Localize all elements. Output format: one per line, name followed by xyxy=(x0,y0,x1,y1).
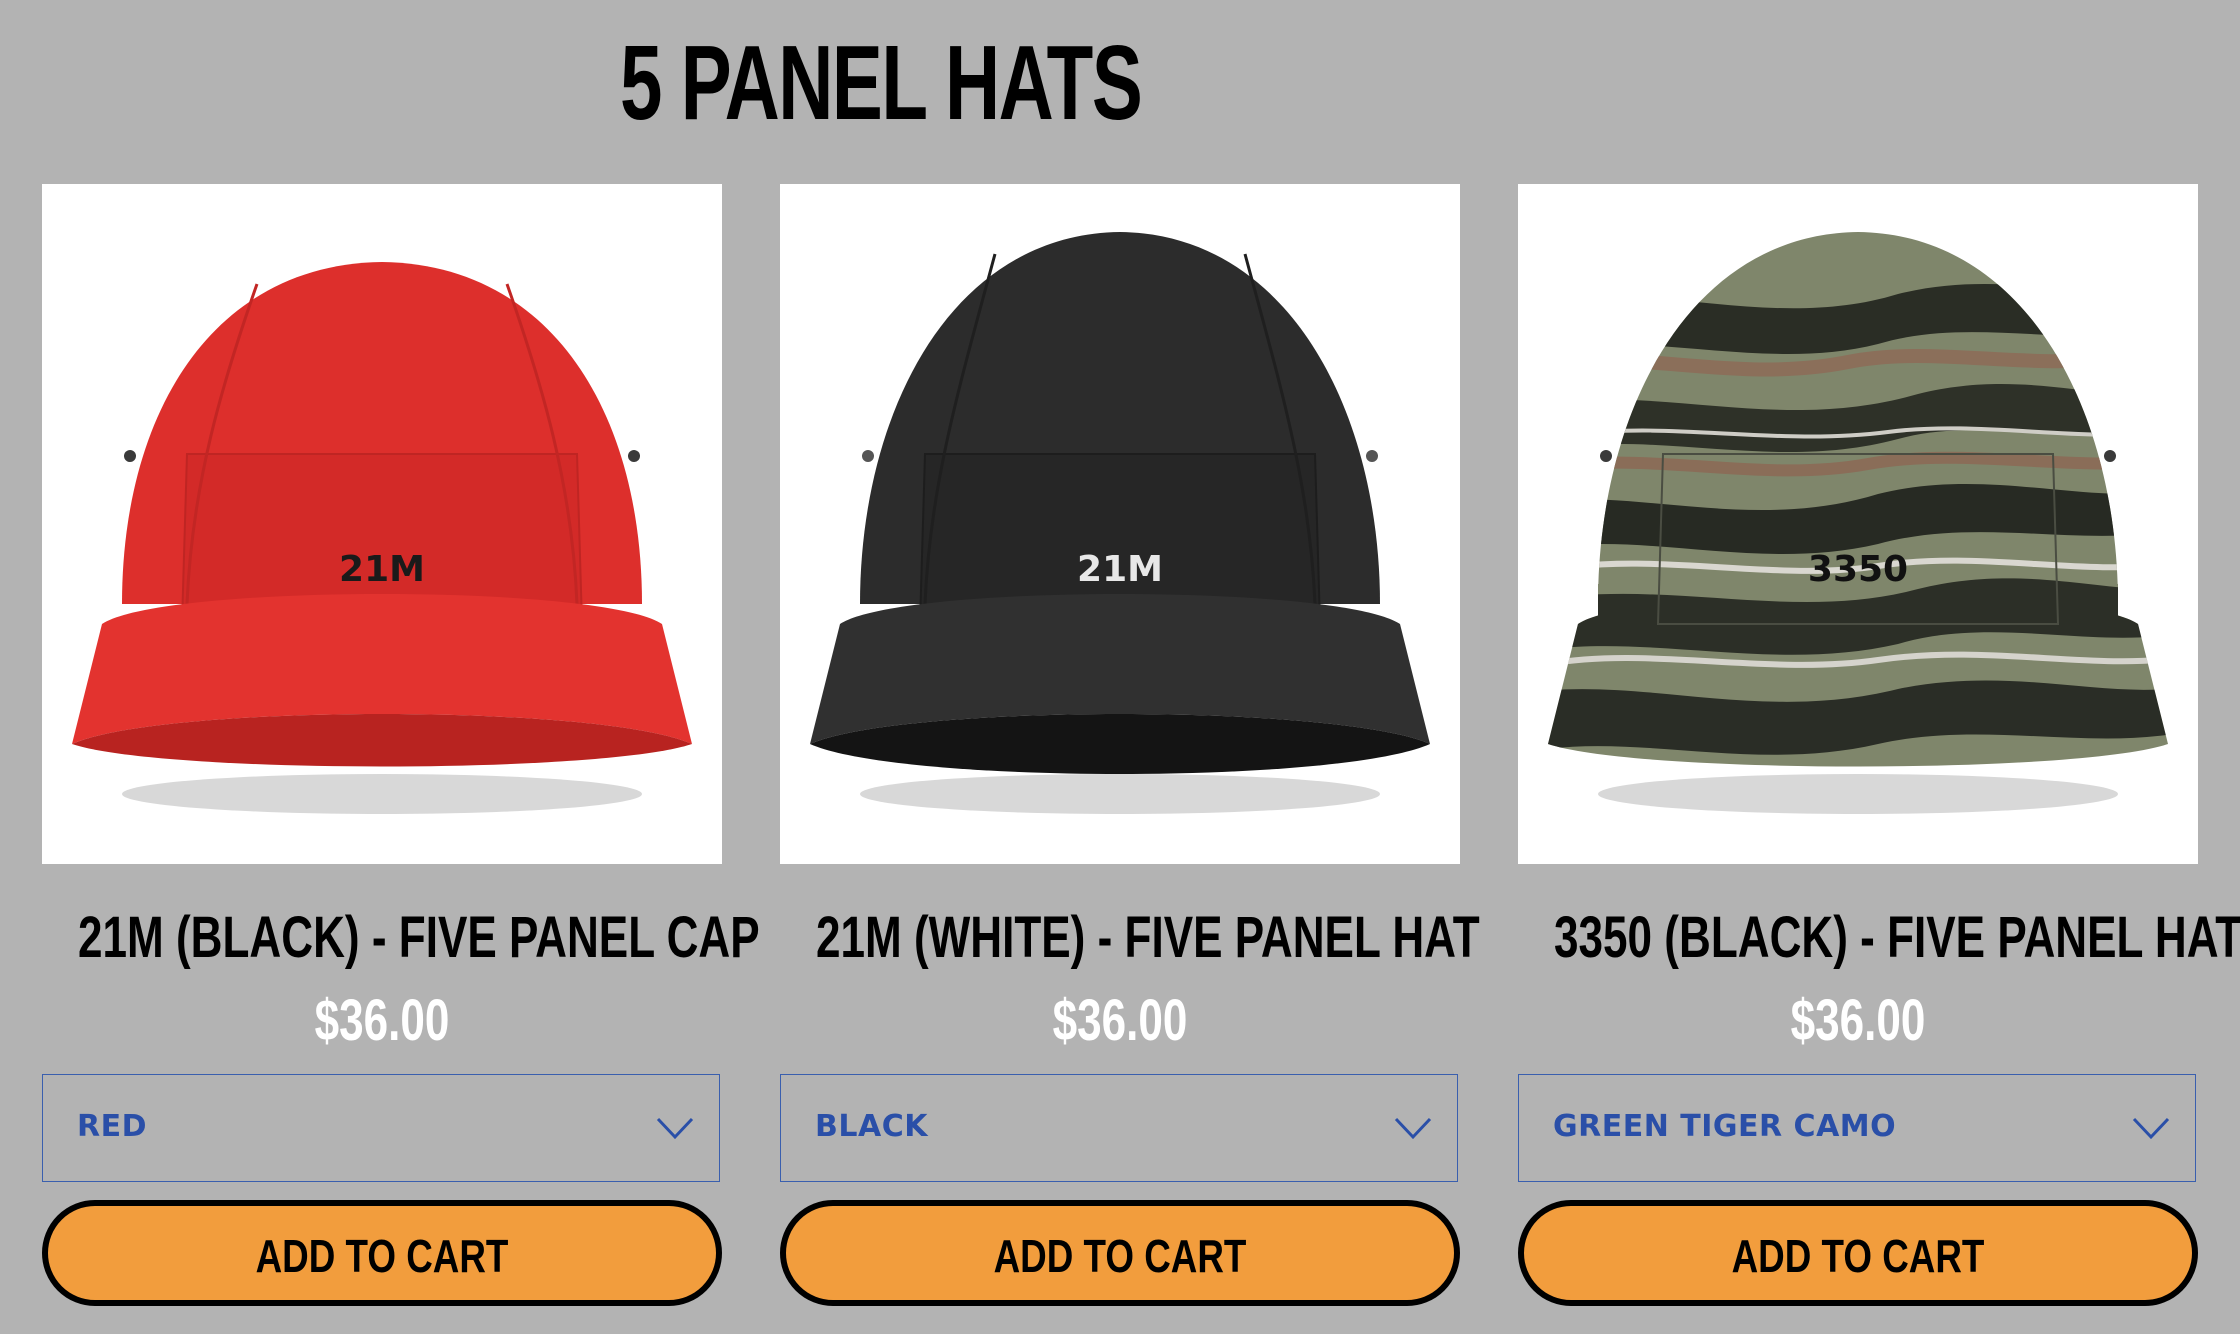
page-title: 5 PANEL HATS xyxy=(620,24,1143,142)
product-card-3350-black: 3350 3350 (BLACK) - FIVE PANEL HAT $36.0… xyxy=(1518,184,2240,1306)
add-to-cart-button[interactable]: ADD TO CART xyxy=(1518,1200,2198,1306)
color-select[interactable]: RED xyxy=(42,1074,720,1182)
add-to-cart-button[interactable]: ADD TO CART xyxy=(42,1200,722,1306)
color-select-value: RED xyxy=(77,1109,147,1144)
add-to-cart-button[interactable]: ADD TO CART xyxy=(780,1200,1460,1306)
color-select[interactable]: BLACK xyxy=(780,1074,1458,1182)
product-image-camo-hat[interactable]: 3350 xyxy=(1518,184,2198,864)
chevron-down-icon xyxy=(656,1117,694,1140)
color-select-value: BLACK xyxy=(815,1109,928,1144)
hat-embroidery-text: 21M xyxy=(339,549,425,590)
product-card-21m-white: 21M 21M (WHITE) - FIVE PANEL HAT $36.00 … xyxy=(780,184,1480,1306)
red-hat-illustration xyxy=(72,262,692,814)
product-title[interactable]: 21M (WHITE) - FIVE PANEL HAT xyxy=(816,909,1480,967)
add-to-cart-label: ADD TO CART xyxy=(1731,1230,1985,1282)
add-to-cart-label: ADD TO CART xyxy=(993,1230,1247,1282)
black-hat-illustration xyxy=(810,232,1430,814)
product-card-21m-black: 21M 21M (BLACK) - FIVE PANEL CAP $36.00 … xyxy=(42,184,760,1306)
product-title[interactable]: 3350 (BLACK) - FIVE PANEL HAT xyxy=(1554,909,2240,967)
color-select-value: GREEN TIGER CAMO xyxy=(1553,1109,1897,1144)
add-to-cart-label: ADD TO CART xyxy=(255,1230,509,1282)
hat-embroidery-text: 21M xyxy=(1077,549,1163,590)
color-select[interactable]: GREEN TIGER CAMO xyxy=(1518,1074,2196,1182)
product-image-red-hat[interactable]: 21M xyxy=(42,184,722,864)
product-image-black-hat[interactable]: 21M xyxy=(780,184,1460,864)
product-price: $36.00 xyxy=(314,988,450,1053)
camo-hat-illustration xyxy=(1548,232,2168,814)
chevron-down-icon xyxy=(2132,1117,2170,1140)
product-title[interactable]: 21M (BLACK) - FIVE PANEL CAP xyxy=(78,909,760,967)
product-price: $36.00 xyxy=(1052,988,1188,1053)
product-price: $36.00 xyxy=(1790,988,1926,1053)
hat-embroidery-text: 3350 xyxy=(1807,549,1909,590)
chevron-down-icon xyxy=(1394,1117,1432,1140)
